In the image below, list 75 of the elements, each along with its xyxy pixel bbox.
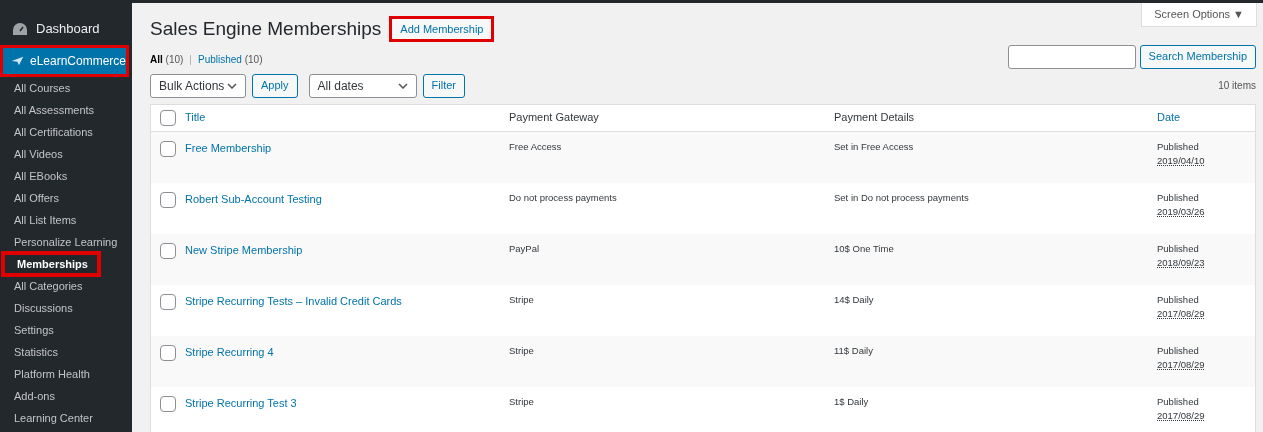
- table-cell-text: Free Access: [509, 139, 563, 154]
- sidebar-item[interactable]: All Categories: [0, 275, 132, 297]
- dashboard-icon: [12, 22, 28, 36]
- table-cell-text: Stripe: [509, 343, 535, 358]
- date-text: 2017/08/29: [1157, 306, 1205, 321]
- table-cell-text: 11$ Daily: [834, 343, 874, 358]
- table-cell-text: PayPal: [509, 241, 541, 256]
- column-header: Payment Gateway: [509, 110, 600, 126]
- apply-button[interactable]: Apply: [252, 73, 298, 98]
- sidebar-item[interactable]: Settings: [0, 319, 132, 341]
- sidebar-item[interactable]: All Assessments: [0, 99, 132, 121]
- row-checkbox[interactable]: [160, 293, 176, 310]
- row-checkbox[interactable]: [160, 344, 176, 361]
- row-checkbox[interactable]: [160, 140, 176, 157]
- sidebar-item[interactable]: All Videos: [0, 143, 132, 165]
- date-text: 2017/08/29: [1157, 357, 1205, 372]
- status-filter-link[interactable]: Published (10): [197, 51, 263, 67]
- filter-separator: |: [189, 52, 192, 67]
- item-count: 10 items: [1218, 79, 1256, 93]
- sidebar-item[interactable]: All Courses: [0, 77, 132, 99]
- table-cell-text: Set in Free Access: [834, 139, 915, 154]
- sidebar-item[interactable]: Learning Center: [0, 407, 132, 429]
- membership-title-link[interactable]: Free Membership: [185, 139, 509, 156]
- sidebar-item[interactable]: Dashboard: [0, 13, 132, 45]
- dropdown[interactable]: Bulk Actions: [150, 73, 246, 98]
- status-text: Published: [1157, 394, 1200, 409]
- column-header[interactable]: Title: [185, 109, 509, 126]
- dropdown[interactable]: All dates: [308, 73, 417, 98]
- status-text: Published: [1157, 139, 1200, 154]
- chevron-icon: [397, 82, 408, 89]
- date-text: 2019/04/10: [1157, 153, 1205, 168]
- sidebar-item[interactable]: Add-ons: [0, 385, 132, 407]
- sidebar-item[interactable]: All Certifications: [0, 121, 132, 143]
- search-button[interactable]: Search Membership: [1139, 44, 1256, 69]
- chevron-icon: [227, 82, 237, 89]
- row-checkbox[interactable]: [160, 191, 176, 208]
- status-text: Published: [1157, 241, 1200, 256]
- status-text: Published: [1157, 292, 1200, 307]
- column-header: Payment Details: [834, 110, 916, 126]
- row-checkbox[interactable]: [160, 109, 176, 126]
- membership-title-link[interactable]: Stripe Recurring Tests – Invalid Credit Cards: [185, 292, 509, 309]
- date-text: 2017/08/29: [1157, 408, 1205, 423]
- table-cell-text: 14$ Daily: [834, 292, 875, 307]
- filter-button[interactable]: Filter: [422, 73, 465, 98]
- status-text: Published: [1157, 343, 1200, 358]
- sidebar-item[interactable]: eLearnCommerce: [0, 45, 129, 77]
- sidebar-item[interactable]: Platform Health: [0, 363, 132, 385]
- column-header[interactable]: Date: [1157, 109, 1181, 126]
- membership-title-link[interactable]: New Stripe Membership: [185, 241, 509, 258]
- sidebar-item[interactable]: All Offers: [0, 187, 132, 209]
- membership-title-link[interactable]: Stripe Recurring 4: [185, 343, 509, 360]
- row-checkbox[interactable]: [160, 395, 176, 412]
- table-cell-text: 1$ Daily: [834, 394, 870, 409]
- table-cell-text: Set in Do not process payments: [834, 190, 970, 205]
- page-title: Sales Engine Memberships: [150, 17, 382, 41]
- table-cell-text: Do not process payments: [509, 190, 618, 205]
- add-membership-button[interactable]: Add Membership: [389, 16, 495, 43]
- screen-options-button[interactable]: Screen Options ▼: [1141, 3, 1257, 27]
- table-cell-text: Stripe: [509, 292, 535, 307]
- membership-title-link[interactable]: Stripe Recurring Test 3: [185, 394, 509, 411]
- status-filter-link[interactable]: All (10): [150, 51, 184, 67]
- table-cell-text: 10$ One Time: [834, 241, 895, 256]
- sidebar-item[interactable]: Statistics: [0, 341, 132, 363]
- sidebar-item[interactable]: Memberships: [3, 253, 99, 275]
- date-text: 2018/09/23: [1157, 255, 1205, 270]
- status-text: Published: [1157, 190, 1200, 205]
- table-cell-text: Stripe: [509, 394, 535, 409]
- sidebar-item[interactable]: Personalize Learning: [0, 231, 132, 253]
- sidebar-item[interactable]: Discussions: [0, 297, 132, 319]
- sidebar-item[interactable]: All EBooks: [0, 165, 132, 187]
- membership-title-link[interactable]: Robert Sub-Account Testing: [185, 190, 509, 207]
- search-field[interactable]: [1007, 44, 1136, 69]
- sidebar-item[interactable]: All List Items: [0, 209, 132, 231]
- row-checkbox[interactable]: [160, 242, 176, 259]
- date-text: 2019/03/26: [1157, 204, 1205, 219]
